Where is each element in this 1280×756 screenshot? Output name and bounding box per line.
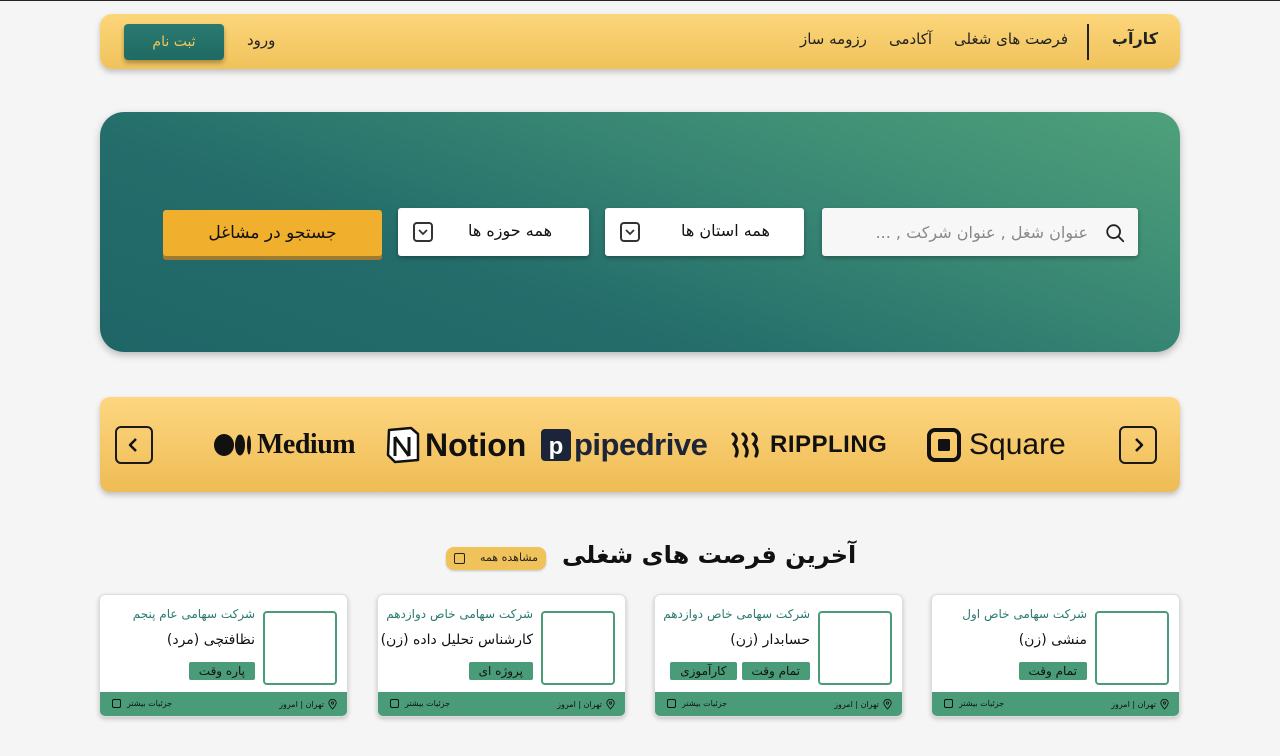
- job-details-link[interactable]: جزئیات بیشتر: [944, 699, 1004, 708]
- chevron-left-icon: [112, 699, 121, 708]
- nav-divider: [1087, 24, 1089, 60]
- job-title[interactable]: کارشناس تحلیل داده (زن): [381, 632, 533, 648]
- nav-item-academy[interactable]: آکادمی: [889, 30, 932, 48]
- job-card-footer: تهران | امروز جزئیات بیشتر: [100, 692, 347, 716]
- hero-search-panel: همه استان ها همه حوزه ها جستجو در مشاغل: [100, 112, 1180, 352]
- job-title[interactable]: نظافتچی (مرد): [167, 632, 255, 648]
- job-company[interactable]: شرکت سهامی عام پنجم: [133, 607, 255, 621]
- company-logo-placeholder: [541, 611, 615, 685]
- nav-item-jobs[interactable]: فرصت های شغلی: [954, 30, 1068, 48]
- logo-medium-text: Medium: [257, 429, 356, 460]
- search-input[interactable]: [838, 208, 1088, 256]
- brand-logo[interactable]: کارآب: [1112, 29, 1158, 48]
- logo-pipedrive-text: pipedrive: [574, 427, 708, 462]
- job-details-label: جزئیات بیشتر: [682, 699, 728, 708]
- job-location: تهران | امروز: [1111, 699, 1169, 710]
- job-location: تهران | امروز: [557, 699, 615, 710]
- chevron-down-icon: [620, 222, 640, 242]
- job-details-label: جزئیات بیشتر: [405, 699, 451, 708]
- company-logo-placeholder: [818, 611, 892, 685]
- job-title[interactable]: حسابدار (زن): [730, 632, 810, 648]
- job-tag: پاره وقت: [188, 662, 255, 680]
- job-company[interactable]: شرکت سهامی خاص دوازدهم: [386, 607, 533, 621]
- job-tag: کارآموزی: [670, 662, 737, 680]
- logo-notion[interactable]: Notion: [385, 423, 526, 467]
- job-tag: تمام وقت: [1018, 662, 1087, 680]
- job-card[interactable]: شرکت سهامی خاص دوازدهم حسابدار (زن) تمام…: [654, 594, 903, 717]
- square-mark-icon: [927, 428, 961, 462]
- location-pin-icon: [883, 699, 892, 710]
- chevron-left-icon: [454, 553, 465, 564]
- login-link[interactable]: ورود: [247, 31, 275, 49]
- job-details-link[interactable]: جزئیات بیشتر: [667, 699, 727, 708]
- province-select[interactable]: همه استان ها: [605, 208, 804, 256]
- logo-rippling[interactable]: RIPPLING: [730, 423, 887, 467]
- location-pin-icon: [606, 699, 615, 710]
- job-location-text: تهران | امروز: [1111, 700, 1156, 709]
- chevron-left-icon: [390, 699, 399, 708]
- job-details-label: جزئیات بیشتر: [127, 699, 173, 708]
- job-location-text: تهران | امروز: [279, 700, 324, 709]
- logo-notion-text: Notion: [425, 426, 527, 463]
- signup-button[interactable]: ثبت نام: [124, 24, 224, 60]
- province-select-label: همه استان ها: [680, 221, 770, 240]
- latest-jobs-title: آخرین فرصت های شغلی: [562, 541, 857, 569]
- view-all-label: مشاهده همه: [480, 551, 538, 564]
- chevron-right-icon: [1135, 438, 1144, 452]
- job-card-footer: تهران | امروز جزئیات بیشتر: [378, 692, 625, 716]
- field-select-label: همه حوزه ها: [467, 221, 552, 240]
- carousel-prev-button[interactable]: [115, 426, 153, 464]
- job-location: تهران | امروز: [834, 699, 892, 710]
- chevron-left-icon: [128, 438, 137, 452]
- job-location-text: تهران | امروز: [557, 700, 602, 709]
- job-company[interactable]: شرکت سهامی خاص دوازدهم: [663, 607, 810, 621]
- job-details-link[interactable]: جزئیات بیشتر: [112, 699, 172, 708]
- job-tags: پروژه ای: [468, 662, 533, 680]
- field-select[interactable]: همه حوزه ها: [398, 208, 589, 256]
- pipedrive-mark-icon: p: [541, 429, 571, 461]
- view-all-button[interactable]: مشاهده همه: [446, 547, 546, 570]
- chevron-left-icon: [667, 699, 676, 708]
- job-location: تهران | امروز: [279, 699, 337, 710]
- svg-text:p: p: [549, 433, 564, 460]
- job-title[interactable]: منشی (زن): [1019, 632, 1087, 648]
- job-details-label: جزئیات بیشتر: [959, 699, 1005, 708]
- job-tag: تمام وقت: [741, 662, 810, 680]
- logo-medium[interactable]: Medium: [213, 423, 356, 467]
- job-tags: پاره وقت: [188, 662, 255, 680]
- job-card[interactable]: شرکت سهامی خاص اول منشی (زن) تمام وقت ته…: [931, 594, 1180, 717]
- chevron-left-icon: [944, 699, 953, 708]
- carousel-next-button[interactable]: [1119, 426, 1157, 464]
- logo-square-text: Square: [969, 428, 1066, 461]
- location-pin-icon: [1160, 699, 1169, 710]
- search-icon: [1106, 224, 1125, 243]
- top-navbar: کارآب فرصت های شغلی آکادمی رزومه ساز ورو…: [100, 14, 1180, 69]
- logo-rippling-text: RIPPLING: [770, 431, 888, 458]
- company-logo-placeholder: [1095, 611, 1169, 685]
- job-card[interactable]: شرکت سهامی عام پنجم نظافتچی (مرد) پاره و…: [99, 594, 348, 717]
- location-pin-icon: [328, 699, 337, 710]
- company-logos-carousel: Medium Notion p pipedrive RIPPLING Squar…: [100, 397, 1180, 492]
- job-card[interactable]: شرکت سهامی خاص دوازدهم کارشناس تحلیل داد…: [377, 594, 626, 717]
- nav-item-resume-builder[interactable]: رزومه ساز: [800, 30, 867, 48]
- job-details-link[interactable]: جزئیات بیشتر: [390, 699, 450, 708]
- job-tags: تمام وقت: [1018, 662, 1087, 680]
- job-tags: تمام وقت کارآموزی: [670, 662, 810, 680]
- job-card-footer: تهران | امروز جزئیات بیشتر: [655, 692, 902, 716]
- job-tag: پروژه ای: [468, 662, 533, 680]
- logo-square[interactable]: Square: [927, 423, 1066, 467]
- search-box: [822, 208, 1138, 256]
- rippling-mark-icon: [731, 432, 759, 458]
- job-location-text: تهران | امروز: [834, 700, 879, 709]
- logo-pipedrive[interactable]: p pipedrive: [541, 423, 708, 467]
- job-card-footer: تهران | امروز جزئیات بیشتر: [932, 692, 1179, 716]
- job-company[interactable]: شرکت سهامی خاص اول: [962, 607, 1087, 621]
- chevron-down-icon: [413, 222, 433, 242]
- medium-mark-icon: [214, 434, 251, 456]
- notion-mark-icon: [386, 426, 420, 464]
- search-jobs-button[interactable]: جستجو در مشاغل: [163, 210, 382, 256]
- nav-links: فرصت های شغلی آکادمی رزومه ساز: [800, 30, 1068, 48]
- company-logo-placeholder: [263, 611, 337, 685]
